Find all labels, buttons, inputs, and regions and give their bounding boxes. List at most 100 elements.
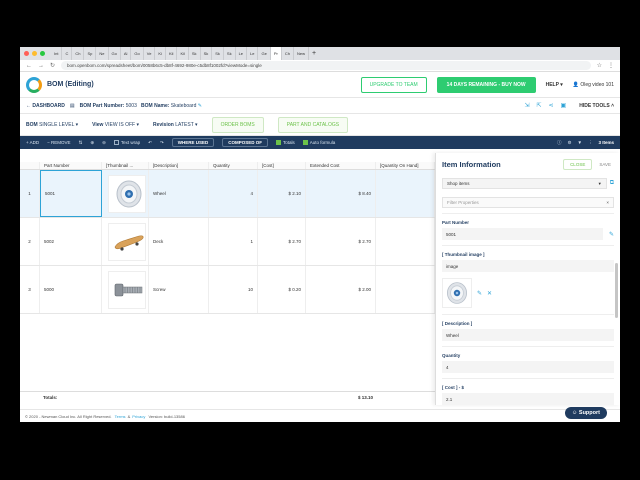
browser-tab[interactable]: Al — [121, 47, 132, 60]
description-cell[interactable]: Screw — [149, 266, 209, 313]
clear-filter-icon[interactable]: × — [606, 200, 609, 205]
description-cell[interactable]: Wheel — [149, 170, 209, 217]
share-icon[interactable]: ⋖ — [549, 102, 554, 109]
settings-icon[interactable]: ⚙ — [567, 140, 571, 146]
browser-tab[interactable]: Le — [236, 47, 248, 60]
order-boms-button[interactable]: ORDER BOMS — [211, 116, 264, 133]
table-row[interactable]: 1 5001 Wheel 4 $ 2.10 $ 8.40 — [20, 170, 435, 218]
browser-tab[interactable]: Ch — [282, 47, 294, 60]
back-arrow-icon[interactable]: ← — [26, 103, 31, 109]
upgrade-button[interactable]: UPGRADE TO TEAM — [360, 76, 427, 93]
wheel-image[interactable] — [442, 278, 472, 308]
add-button[interactable]: + ADD — [26, 140, 39, 145]
column-header[interactable] — [20, 162, 40, 169]
filter-properties-input[interactable]: Filter Properties × — [442, 197, 614, 208]
revision-select[interactable]: Revision LATEST ▾ — [153, 122, 198, 128]
remove-button[interactable]: − REMOVE — [47, 140, 70, 145]
forward-icon[interactable]: → — [38, 63, 44, 69]
browser-tab[interactable]: Go — [109, 47, 121, 60]
maximize-window-button[interactable] — [40, 51, 45, 56]
close-button[interactable]: CLOSE — [563, 159, 593, 170]
filter-icon[interactable]: ▼ — [578, 140, 582, 145]
column-header[interactable]: [Quantity On Hand] — [376, 162, 435, 169]
browser-tab[interactable]: Sp — [84, 47, 97, 60]
quantity-cell[interactable]: 4 — [209, 170, 258, 217]
export-icon[interactable]: ⇱ — [536, 102, 541, 109]
quantity-cell[interactable]: 10 — [209, 266, 258, 313]
quantity-on-hand-cell[interactable] — [376, 266, 435, 313]
menu-dots-icon[interactable]: ⋮ — [608, 62, 614, 69]
zoom-out-icon[interactable]: ⊖ — [102, 140, 106, 146]
info-icon[interactable]: ⓘ — [557, 140, 562, 146]
composed-of-button[interactable]: COMPOSED OF — [222, 138, 269, 147]
save-button[interactable]: SAVE — [599, 162, 611, 167]
address-bar[interactable]: bom.openbom.com/spreadsheet/bom/0058b6c5… — [61, 61, 591, 70]
panel-scrollbar[interactable] — [615, 263, 618, 318]
columns-icon[interactable]: ⋮ — [588, 140, 593, 146]
description-cell[interactable]: Deck — [149, 218, 209, 265]
browser-tab[interactable]: New — [294, 47, 309, 60]
column-header[interactable]: Quantity — [209, 162, 258, 169]
browser-tab[interactable]: Sk — [224, 47, 236, 60]
totals-checkbox[interactable]: Totals — [276, 140, 295, 146]
column-header[interactable]: Part Number — [40, 162, 102, 169]
close-window-button[interactable] — [24, 51, 29, 56]
browser-tab[interactable]: Kil — [166, 47, 178, 60]
star-icon[interactable]: ☆ — [597, 62, 602, 69]
thumbnail-cell[interactable] — [102, 266, 149, 313]
bom-type-select[interactable]: BOM SINGLE LEVEL ▾ — [26, 122, 78, 128]
text-wrap-toggle[interactable]: Text wrap — [113, 140, 140, 146]
hide-tools-button[interactable]: HIDE TOOLS ˄ — [579, 103, 614, 109]
browser-tab[interactable]: C — [62, 47, 73, 60]
quantity-field[interactable]: 4 — [442, 361, 614, 373]
browser-tab[interactable]: Ne — [96, 47, 109, 60]
browser-tab[interactable]: Ve — [144, 47, 156, 60]
browser-tab[interactable]: Kil — [177, 47, 189, 60]
cost-cell[interactable]: $ 2.10 — [258, 170, 306, 217]
redo-icon[interactable]: ↷ — [160, 140, 164, 146]
minimize-window-button[interactable] — [32, 51, 37, 56]
thumbnail-cell[interactable] — [102, 170, 149, 217]
description-field[interactable]: Wheel — [442, 329, 614, 341]
browser-tab[interactable]: Go — [131, 47, 144, 60]
edit-pencil-icon[interactable]: ✎ — [198, 103, 202, 109]
table-row[interactable]: 3 5000 Screw 10 $ 0.20 $ 2.00 — [20, 266, 435, 314]
buy-now-button[interactable]: 14 DAYS REMAINING - BUY NOW — [436, 76, 536, 93]
where-used-button[interactable]: WHERE USED — [171, 138, 215, 147]
browser-tab[interactable]: Ge — [258, 47, 271, 60]
back-icon[interactable]: ← — [26, 63, 32, 69]
table-row[interactable]: 2 5002 Deck 1 $ 2.70 $ 2.70 — [20, 218, 435, 266]
browser-tab[interactable]: Pr — [270, 47, 282, 60]
new-tab-button[interactable]: + — [309, 47, 319, 60]
cost-cell[interactable]: $ 2.70 — [258, 218, 306, 265]
quantity-on-hand-cell[interactable] — [376, 218, 435, 265]
terms-link[interactable]: Terms — [115, 414, 126, 419]
support-button[interactable]: ☺ Support — [564, 407, 607, 419]
edit-image-icon[interactable]: ✎ — [477, 290, 482, 297]
browser-tab[interactable]: Ki — [155, 47, 166, 60]
dashboard-link[interactable]: DASHBOARD — [32, 103, 65, 109]
privacy-link[interactable]: Privacy — [132, 414, 145, 419]
thumbnail-field[interactable]: image — [442, 260, 614, 272]
part-number-cell[interactable]: 5001 — [40, 170, 102, 217]
zoom-in-icon[interactable]: ⊕ — [90, 140, 94, 146]
column-header[interactable]: [Description] — [149, 162, 209, 169]
browser-tab[interactable]: Sk — [201, 47, 213, 60]
remove-image-icon[interactable]: ✕ — [487, 290, 492, 297]
column-header[interactable]: Extended Cost — [306, 162, 376, 169]
help-menu[interactable]: HELP ▾ — [546, 82, 563, 88]
reload-icon[interactable]: ↻ — [50, 62, 55, 69]
browser-tab[interactable]: Ch — [72, 47, 85, 60]
openbom-logo[interactable] — [26, 76, 42, 93]
browser-tab[interactable]: Sk — [212, 47, 224, 60]
import-icon[interactable]: ⇲ — [524, 102, 529, 109]
move-icon[interactable]: ⇅ — [79, 140, 83, 146]
browser-tab[interactable]: Le — [247, 47, 259, 60]
undo-icon[interactable]: ↶ — [148, 140, 152, 146]
cost-cell[interactable]: $ 0.20 — [258, 266, 306, 313]
quantity-on-hand-cell[interactable] — [376, 170, 435, 217]
part-number-field[interactable]: 5001 — [442, 228, 603, 240]
user-menu[interactable]: 👤 Oleg video 101 — [573, 82, 614, 88]
open-external-icon[interactable]: ⧉ — [610, 180, 614, 187]
cost-field[interactable]: 2.1 — [442, 393, 614, 405]
